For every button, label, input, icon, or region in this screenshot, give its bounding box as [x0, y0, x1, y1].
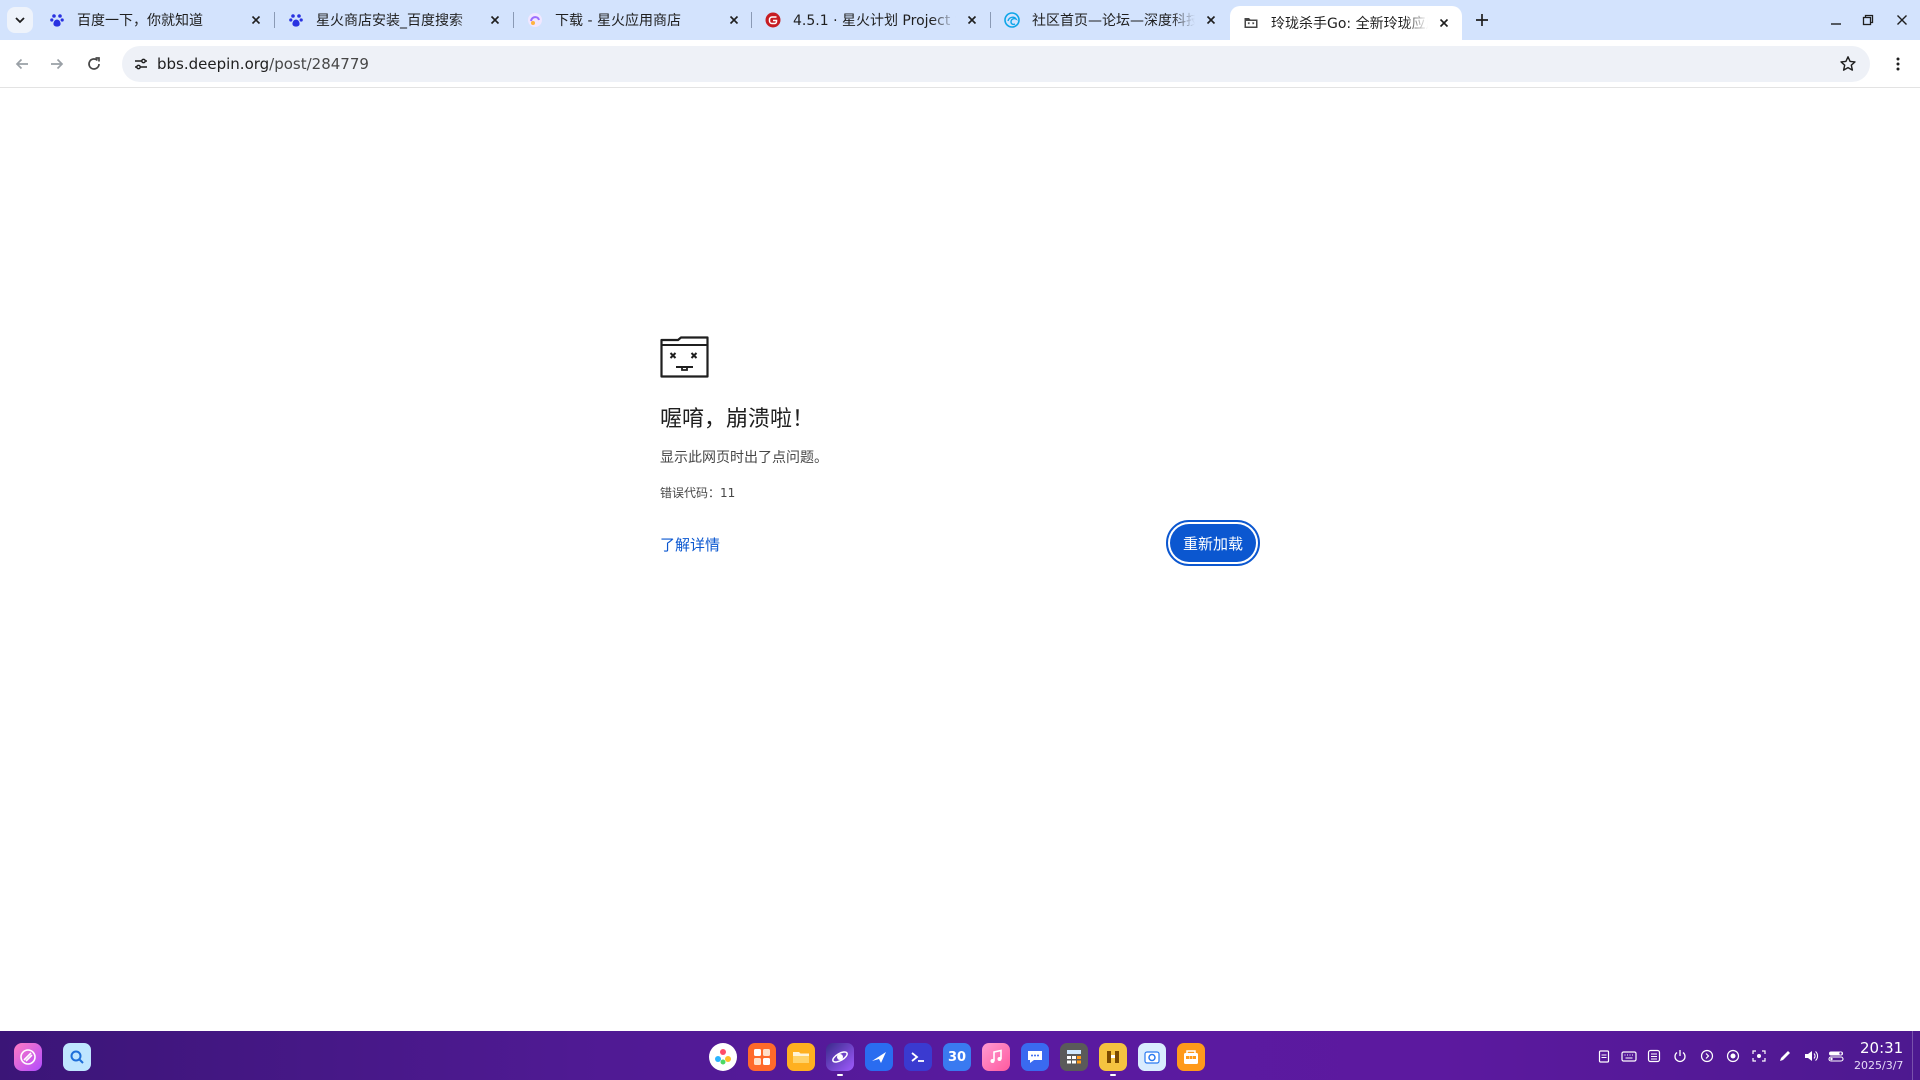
learn-more-link[interactable]: 了解详情 — [660, 534, 720, 555]
launcher-button[interactable] — [14, 1043, 42, 1071]
tab-linglong-post[interactable]: 玲珑杀手Go: 全新玲珑应用 — [1230, 6, 1462, 40]
taskbar: 30 20:31 2025/3/7 — [0, 1031, 1920, 1080]
browser-toolbar: bbs.deepin.org/post/284779 — [0, 40, 1920, 88]
notification-center-icon[interactable] — [1698, 1047, 1716, 1065]
pen-icon[interactable] — [1776, 1047, 1794, 1065]
gitee-icon — [764, 11, 782, 29]
tab-deepin-forum[interactable]: 社区首页—论坛—深度科技 — [991, 0, 1229, 40]
linglong-icon[interactable] — [1099, 1043, 1127, 1071]
chevron-down-icon — [15, 17, 25, 24]
minimize-icon — [1831, 23, 1841, 25]
tab-title: 玲珑杀手Go: 全新玲珑应用 — [1271, 16, 1428, 32]
reload-page-button[interactable]: 重新加载 — [1166, 520, 1260, 566]
site-info-button[interactable] — [128, 51, 154, 77]
spark-store-app-icon[interactable] — [865, 1043, 893, 1071]
star-icon — [1840, 56, 1856, 71]
app-manager-icon[interactable] — [1177, 1043, 1205, 1071]
tab-baidu-home[interactable]: 百度一下，你就知道 — [36, 0, 274, 40]
clock-date[interactable]: 2025/3/7 — [1854, 1059, 1903, 1072]
show-desktop-button[interactable] — [1912, 1031, 1920, 1080]
tab-title: 百度一下，你就知道 — [77, 13, 203, 29]
baidu-paw-icon — [48, 11, 66, 29]
tab-baidu-search[interactable]: 星火商店安装_百度搜索 — [275, 0, 513, 40]
close-icon — [1897, 15, 1907, 25]
quick-settings-icon[interactable] — [1827, 1047, 1845, 1065]
app-store-icon[interactable] — [709, 1043, 737, 1071]
close-tab-icon[interactable] — [485, 10, 505, 30]
error-title: 喔唷，崩溃啦！ — [660, 407, 815, 432]
record-icon[interactable] — [1724, 1047, 1742, 1065]
running-indicator — [1110, 1074, 1116, 1076]
spark-store-icon — [526, 11, 544, 29]
close-window-button[interactable] — [1890, 8, 1914, 32]
calendar-icon[interactable]: 30 — [943, 1043, 971, 1071]
keyboard-icon[interactable] — [1620, 1047, 1638, 1065]
url-host: bbs.deepin.org — [157, 55, 270, 73]
tune-icon — [135, 58, 147, 70]
crashed-folder-icon — [1242, 14, 1260, 32]
baidu-paw-icon — [287, 11, 305, 29]
close-tab-icon[interactable] — [1434, 13, 1454, 33]
more-vertical-icon — [1896, 57, 1900, 71]
url-path: /post/284779 — [269, 55, 369, 73]
calculator-icon[interactable] — [1060, 1043, 1088, 1071]
music-icon[interactable] — [982, 1043, 1010, 1071]
taskbar-search-button[interactable] — [63, 1043, 91, 1071]
clipboard-icon[interactable] — [1595, 1047, 1613, 1065]
deepin-icon — [1003, 11, 1021, 29]
close-tab-icon[interactable] — [962, 10, 982, 30]
tab-title: 4.5.1 · 星火计划 Project S — [793, 13, 956, 29]
new-tab-button[interactable] — [1470, 8, 1494, 32]
calendar-day: 30 — [947, 1049, 967, 1065]
power-icon[interactable] — [1671, 1047, 1689, 1065]
close-tab-icon[interactable] — [1201, 10, 1221, 30]
launcher-icon — [20, 1049, 36, 1065]
running-indicator — [837, 1074, 843, 1076]
screen-capture-icon[interactable] — [1750, 1047, 1768, 1065]
screenshot-icon[interactable] — [1138, 1043, 1166, 1071]
tab-title: 社区首页—论坛—深度科技 — [1032, 13, 1195, 29]
url-text[interactable]: bbs.deepin.org/post/284779 — [157, 55, 369, 73]
close-tab-icon[interactable] — [724, 10, 744, 30]
reload-button[interactable] — [80, 50, 108, 78]
file-manager-icon[interactable] — [787, 1043, 815, 1071]
reload-page-label: 重新加载 — [1170, 524, 1256, 562]
tab-spark-download[interactable]: 下载 - 星火应用商店 — [514, 0, 752, 40]
volume-icon[interactable] — [1802, 1047, 1820, 1065]
clock-time[interactable]: 20:31 — [1860, 1039, 1903, 1057]
error-code: 错误代码：11 — [660, 486, 736, 500]
plus-icon — [1476, 14, 1488, 26]
back-button[interactable] — [8, 50, 36, 78]
chat-icon[interactable] — [1021, 1043, 1049, 1071]
arrow-left-icon — [15, 58, 28, 70]
browser-icon[interactable] — [826, 1043, 854, 1071]
refresh-icon — [88, 57, 100, 70]
tab-gitee-release[interactable]: 4.5.1 · 星火计划 Project S — [752, 0, 990, 40]
tab-strip: 百度一下，你就知道 星火商店安装_百度搜索 下载 - 星火应用商店 4.5.1 … — [0, 0, 1920, 40]
bookmark-button[interactable] — [1836, 52, 1860, 76]
error-description: 显示此网页时出了点问题。 — [660, 450, 828, 466]
minimize-button[interactable] — [1824, 8, 1848, 32]
control-center-icon[interactable] — [748, 1043, 776, 1071]
tab-title: 下载 - 星火应用商店 — [555, 13, 681, 29]
close-tab-icon[interactable] — [246, 10, 266, 30]
forward-button[interactable] — [43, 50, 71, 78]
input-method-icon[interactable] — [1645, 1047, 1663, 1065]
address-bar[interactable]: bbs.deepin.org/post/284779 — [122, 46, 1870, 82]
browser-menu-button[interactable] — [1886, 50, 1910, 78]
restore-icon — [1862, 14, 1874, 26]
arrow-right-icon — [51, 58, 64, 70]
tab-search-button[interactable] — [7, 7, 33, 33]
tab-title: 星火商店安装_百度搜索 — [316, 13, 463, 29]
search-icon — [70, 1050, 84, 1064]
terminal-icon[interactable] — [904, 1043, 932, 1071]
restore-button[interactable] — [1856, 8, 1880, 32]
sad-folder-icon — [660, 336, 709, 378]
